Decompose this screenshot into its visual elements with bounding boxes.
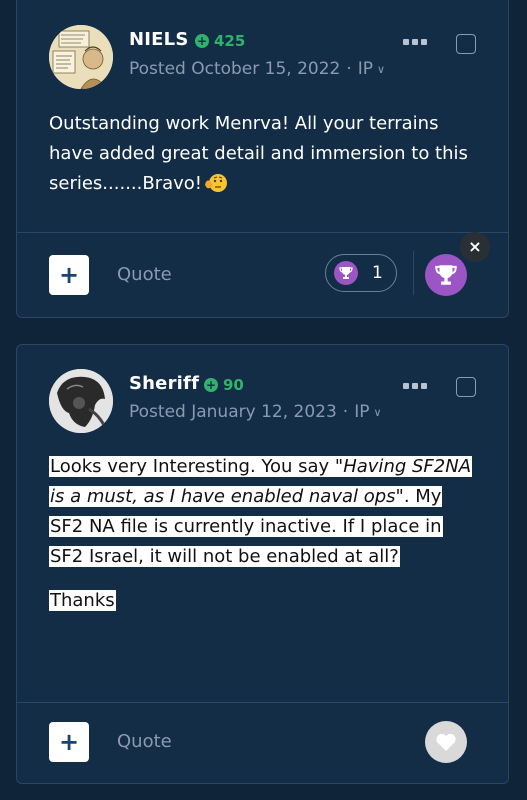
- ip-label[interactable]: IP: [358, 59, 373, 79]
- post-meta: Posted October 15, 2022 · IP ∨: [129, 59, 385, 79]
- highlighted-text: Looks very Interesting. You say "Having …: [49, 456, 473, 567]
- reputation-count: 425: [214, 32, 246, 50]
- avatar[interactable]: [49, 25, 113, 89]
- post-date[interactable]: Posted January 12, 2023: [129, 402, 337, 422]
- quote-button[interactable]: Quote: [117, 731, 172, 752]
- select-checkbox[interactable]: [456, 34, 476, 54]
- comment-card: Sheriff + 90 Posted January 12, 2023 · I…: [16, 344, 509, 784]
- reaction-summary[interactable]: 1: [325, 254, 397, 292]
- chevron-down-icon[interactable]: ∨: [377, 63, 385, 76]
- post-content: Outstanding work Menrva! All your terrai…: [49, 109, 479, 213]
- reputation-badge: + 90: [204, 376, 244, 394]
- trophy-icon: [435, 265, 457, 285]
- post-paragraph: Looks very Interesting. You say "Having …: [49, 452, 479, 572]
- footer-divider: [17, 232, 508, 233]
- reaction-separator: [413, 251, 414, 295]
- ellipsis-icon[interactable]: [403, 383, 427, 389]
- reputation-count: 90: [223, 376, 244, 394]
- multiquote-button[interactable]: +: [49, 255, 89, 295]
- post-meta: Posted January 12, 2023 · IP ∨: [129, 402, 382, 422]
- meta-separator: ·: [342, 402, 349, 422]
- author-name[interactable]: Sheriff: [129, 373, 199, 394]
- comment-card: NIELS + 425 Posted October 15, 2022 · IP…: [16, 0, 509, 318]
- ip-label[interactable]: IP: [354, 402, 369, 422]
- plus-circle-icon: +: [204, 378, 218, 392]
- avatar[interactable]: [49, 369, 113, 433]
- thanks-text: Thanks: [49, 590, 116, 611]
- select-checkbox[interactable]: [456, 377, 476, 397]
- post-paragraph: Thanks: [49, 586, 479, 616]
- post-content: Looks very Interesting. You say "Having …: [49, 452, 479, 630]
- like-button[interactable]: [425, 721, 467, 763]
- heart-icon: [436, 733, 456, 751]
- meta-separator: ·: [346, 59, 352, 79]
- close-icon[interactable]: ×: [460, 232, 490, 262]
- thinking-face-emoji-icon: [202, 171, 228, 193]
- quote-button[interactable]: Quote: [117, 264, 172, 285]
- reputation-badge: + 425: [195, 32, 245, 50]
- chevron-down-icon[interactable]: ∨: [373, 406, 381, 419]
- reaction-count: 1: [372, 263, 383, 283]
- post-text: Outstanding work Menrva! All your terrai…: [49, 113, 468, 194]
- ellipsis-icon[interactable]: [403, 39, 427, 45]
- react-button[interactable]: [425, 254, 467, 296]
- post-date[interactable]: Posted October 15, 2022: [129, 59, 340, 79]
- multiquote-button[interactable]: +: [49, 722, 89, 762]
- footer-divider: [17, 702, 508, 703]
- author-name[interactable]: NIELS: [129, 29, 189, 50]
- plus-circle-icon: +: [195, 34, 209, 48]
- trophy-icon: [334, 261, 358, 285]
